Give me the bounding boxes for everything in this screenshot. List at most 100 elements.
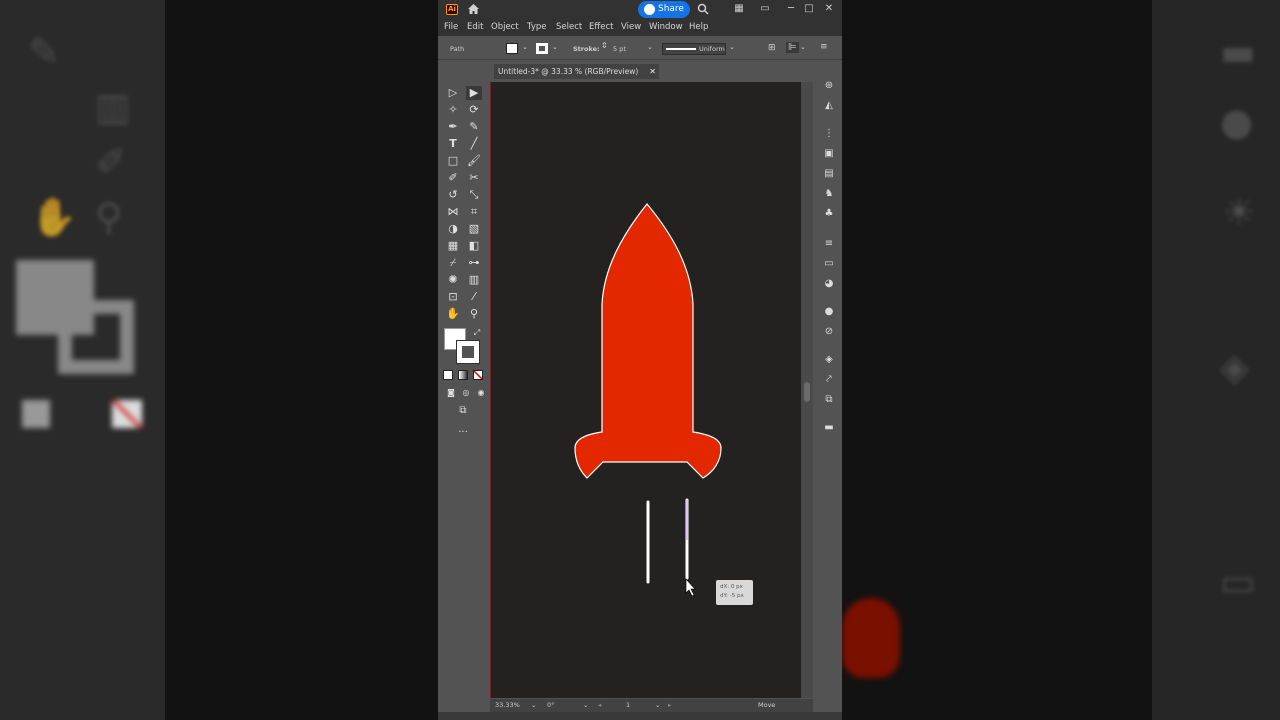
swatches-panel-icon[interactable]: ▤ bbox=[822, 167, 836, 181]
menu-view[interactable]: View bbox=[621, 22, 641, 32]
home-icon[interactable] bbox=[467, 3, 480, 15]
arrange-documents-icon[interactable]: ▦ bbox=[732, 2, 746, 16]
vertical-scrollbar[interactable] bbox=[801, 82, 813, 698]
share-button[interactable]: Share bbox=[638, 1, 690, 18]
screen-mode-icon[interactable]: ⧉ bbox=[455, 404, 471, 418]
stroke-weight-value[interactable]: 5 pt bbox=[613, 45, 626, 53]
libraries-panel-icon[interactable]: ◭ bbox=[822, 99, 836, 113]
artboard-dropdown-icon[interactable]: ⌄ bbox=[655, 701, 660, 709]
layers-options-icon[interactable]: ⋮ bbox=[822, 127, 836, 141]
graphic-styles-icon[interactable]: ⊘ bbox=[822, 325, 836, 339]
scrollbar-thumb[interactable] bbox=[804, 382, 810, 402]
draw-normal-icon[interactable]: ◙ bbox=[443, 386, 459, 400]
stroke-weight-dropdown-icon[interactable]: ⌄ bbox=[647, 43, 653, 51]
profile-dropdown-icon[interactable]: ⌄ bbox=[729, 43, 735, 51]
align-dropdown-icon[interactable]: ⌄ bbox=[800, 43, 806, 51]
rotation-dropdown-icon[interactable]: ⌄ bbox=[583, 701, 588, 709]
minimize-button[interactable]: ─ bbox=[784, 2, 798, 16]
pen-tool-icon[interactable]: ✒ bbox=[445, 120, 461, 134]
comments-panel-icon[interactable]: ▬ bbox=[822, 421, 836, 435]
edit-toolbar-icon[interactable]: ··· bbox=[455, 426, 471, 440]
panel-menu-icon[interactable]: ≡ bbox=[820, 42, 828, 52]
search-icon[interactable] bbox=[697, 3, 709, 15]
brushes-panel-icon[interactable]: ♣ bbox=[822, 207, 836, 221]
maximize-button[interactable]: □ bbox=[802, 2, 816, 16]
type-tool-icon[interactable]: T bbox=[445, 137, 461, 151]
perspective-grid-icon[interactable]: ▧ bbox=[466, 222, 482, 236]
rectangle-tool-icon[interactable]: □ bbox=[445, 154, 461, 168]
stroke-stepper-icon[interactable]: ⇕ bbox=[601, 41, 608, 50]
rotation-value[interactable]: 0° bbox=[547, 701, 554, 709]
blend-tool-icon[interactable]: ⊶ bbox=[466, 256, 482, 270]
draw-behind-icon[interactable]: ◎ bbox=[458, 386, 474, 400]
line-tool-icon[interactable]: ╱ bbox=[466, 137, 482, 151]
user-icon bbox=[644, 4, 655, 15]
eyedropper-icon[interactable]: ⌿ bbox=[445, 256, 461, 270]
mesh-tool-icon[interactable]: ▦ bbox=[445, 239, 461, 253]
scale-tool-icon[interactable]: ⤡ bbox=[466, 188, 482, 202]
transparency-panel-icon[interactable]: ◕ bbox=[822, 277, 836, 291]
shape-builder-icon[interactable]: ◑ bbox=[445, 222, 461, 236]
slice-tool-icon[interactable]: ⁄ bbox=[466, 290, 482, 304]
document-tab[interactable]: Untitled-3* @ 33.33 % (RGB/Preview) ✕ bbox=[494, 64, 659, 79]
curvature-tool-icon[interactable]: ✎ bbox=[466, 120, 482, 134]
close-tab-icon[interactable]: ✕ bbox=[649, 64, 656, 79]
stroke-profile-dropdown[interactable]: Uniform bbox=[662, 43, 726, 55]
prev-artboard-icon[interactable]: ◂ bbox=[598, 701, 601, 709]
menu-effect[interactable]: Effect bbox=[589, 22, 613, 32]
symbol-sprayer-icon[interactable]: ✺ bbox=[445, 273, 461, 287]
menu-edit[interactable]: Edit bbox=[467, 22, 483, 32]
stroke-color-box[interactable] bbox=[456, 340, 480, 364]
stroke-panel-icon[interactable]: ≡ bbox=[822, 237, 836, 251]
zoom-level[interactable]: 33.33% bbox=[495, 701, 520, 709]
workspace-icon[interactable]: ▭ bbox=[758, 2, 772, 16]
rocket-body-shape[interactable] bbox=[574, 203, 722, 479]
graph-tool-icon[interactable]: ▥ bbox=[466, 273, 482, 287]
gradient-panel-icon[interactable]: ▭ bbox=[822, 257, 836, 271]
menu-help[interactable]: Help bbox=[689, 22, 708, 32]
menu-type[interactable]: Type bbox=[527, 22, 547, 32]
selection-tool-icon[interactable]: ▷ bbox=[445, 86, 461, 100]
close-window-button[interactable]: ✕ bbox=[822, 2, 836, 16]
scissors-icon[interactable]: ✂ bbox=[466, 171, 482, 185]
artboard-number[interactable]: 1 bbox=[626, 701, 630, 709]
align-icon[interactable]: ⊫ bbox=[786, 42, 799, 53]
direct-selection-tool-icon[interactable]: ▶ bbox=[466, 86, 482, 100]
gradient-tool-icon[interactable]: ◧ bbox=[466, 239, 482, 253]
hand-tool-icon[interactable]: ✋ bbox=[445, 307, 461, 321]
menu-object[interactable]: Object bbox=[491, 22, 519, 32]
grid-icon[interactable]: ⊞ bbox=[768, 43, 776, 53]
artboard[interactable]: dX: 0 px dY: -5 px bbox=[490, 82, 801, 698]
fill-swatch[interactable] bbox=[506, 43, 518, 54]
lasso-icon[interactable]: ⟳ bbox=[466, 103, 482, 117]
shaper-tool-icon[interactable]: ✐ bbox=[445, 171, 461, 185]
rotate-tool-icon[interactable]: ↺ bbox=[445, 188, 461, 202]
layers-panel-icon[interactable]: ◈ bbox=[822, 353, 836, 367]
zoom-dropdown-icon[interactable]: ⌄ bbox=[531, 701, 536, 709]
stroke-dropdown-icon[interactable]: ⌄ bbox=[552, 43, 558, 51]
menu-window[interactable]: Window bbox=[649, 22, 683, 32]
width-tool-icon[interactable]: ⋈ bbox=[445, 205, 461, 219]
symbols-panel-icon[interactable]: ♞ bbox=[822, 187, 836, 201]
swap-fill-stroke-icon[interactable]: ⤢ bbox=[469, 326, 485, 340]
none-mode-icon[interactable] bbox=[473, 370, 483, 380]
image-trace-icon[interactable]: ▣ bbox=[822, 147, 836, 161]
free-transform-icon[interactable]: ⌗ bbox=[466, 205, 482, 219]
artboards-panel-icon[interactable]: ⤤ bbox=[822, 373, 836, 387]
menu-file[interactable]: File bbox=[444, 22, 458, 32]
paintbrush-icon[interactable]: 🖌 bbox=[466, 154, 482, 168]
magic-wand-icon[interactable]: ✧ bbox=[445, 103, 461, 117]
appearance-panel-icon[interactable]: ● bbox=[822, 305, 836, 319]
draw-inside-icon[interactable]: ◉ bbox=[473, 386, 489, 400]
stroke-swatch[interactable] bbox=[536, 43, 548, 54]
canvas-area[interactable]: dX: 0 px dY: -5 px bbox=[490, 80, 813, 698]
color-mode-icon[interactable] bbox=[443, 370, 453, 380]
artboard-tool-icon[interactable]: ⊡ bbox=[445, 290, 461, 304]
properties-panel-icon[interactable]: ⊛ bbox=[822, 79, 836, 93]
gradient-mode-icon[interactable] bbox=[458, 370, 468, 380]
zoom-tool-icon[interactable]: ⚲ bbox=[466, 307, 482, 321]
pathfinder-panel-icon[interactable]: ⧉ bbox=[822, 393, 836, 407]
next-artboard-icon[interactable]: ▸ bbox=[668, 701, 671, 709]
menu-select[interactable]: Select bbox=[556, 22, 582, 32]
fill-dropdown-icon[interactable]: ⌄ bbox=[522, 43, 528, 51]
